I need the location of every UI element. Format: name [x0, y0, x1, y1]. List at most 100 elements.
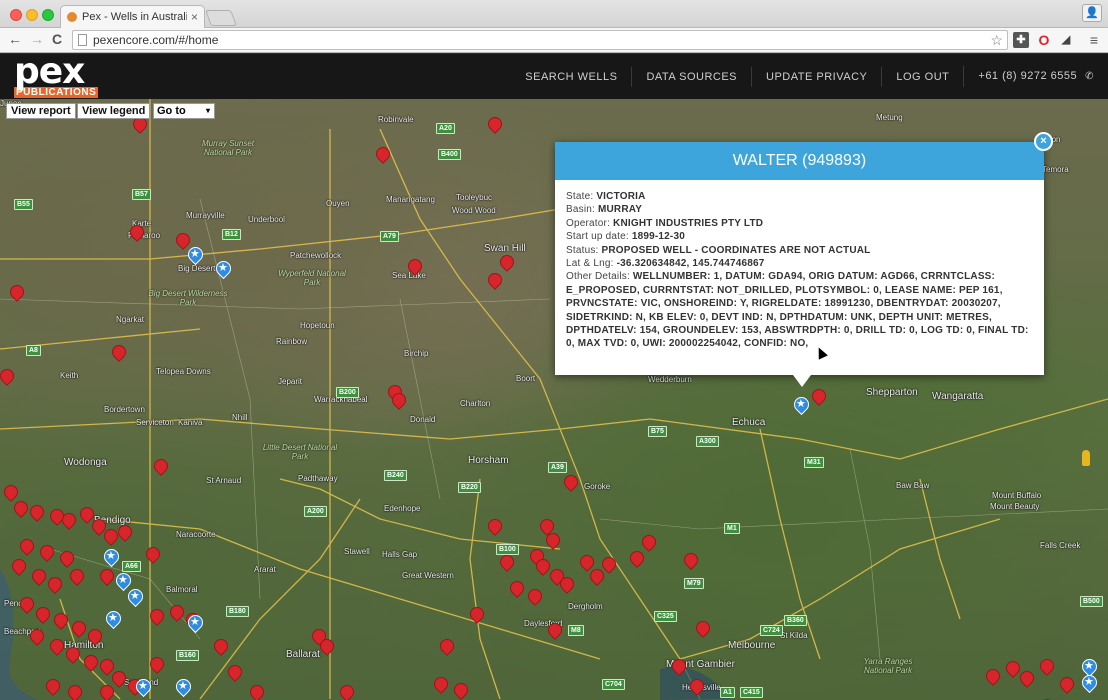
nav-log-out[interactable]: LOG OUT — [881, 66, 963, 87]
nav-phone[interactable]: +61 (8) 9272 6555 ✆ — [963, 66, 1108, 87]
well-marker-red[interactable] — [317, 636, 337, 659]
proposed-well-marker[interactable]: ★ — [1078, 671, 1101, 697]
proposed-well-marker[interactable]: ★ — [100, 545, 123, 571]
well-marker-red[interactable] — [7, 282, 27, 305]
well-marker-red[interactable] — [561, 472, 581, 495]
well-marker-red[interactable] — [693, 618, 713, 641]
well-marker-red[interactable] — [437, 636, 457, 659]
view-legend-button[interactable]: View legend — [77, 103, 151, 119]
well-marker-red[interactable] — [67, 566, 87, 589]
well-marker-red[interactable] — [485, 114, 505, 137]
well-marker-red[interactable] — [11, 498, 31, 521]
well-marker-red[interactable] — [167, 602, 187, 625]
well-marker-red[interactable] — [97, 682, 117, 700]
tab-close-icon[interactable]: × — [191, 10, 198, 24]
well-marker-red[interactable] — [81, 652, 101, 675]
cast-icon[interactable]: ◢ — [1058, 32, 1074, 48]
well-marker-red[interactable] — [57, 548, 77, 571]
well-marker-red[interactable] — [1003, 658, 1023, 681]
well-marker-red[interactable] — [1017, 668, 1037, 691]
well-marker-red[interactable] — [507, 578, 527, 601]
goto-dropdown[interactable]: Go to ▾ — [153, 103, 215, 119]
well-marker-red[interactable] — [337, 682, 357, 700]
maximize-window-button[interactable] — [42, 9, 54, 21]
well-marker-red[interactable] — [63, 644, 83, 667]
well-marker-red[interactable] — [97, 566, 117, 589]
well-marker-red[interactable] — [211, 636, 231, 659]
well-marker-red[interactable] — [599, 554, 619, 577]
well-marker-red[interactable] — [115, 522, 135, 545]
well-marker-red[interactable] — [687, 676, 707, 699]
well-marker-red[interactable] — [533, 556, 553, 579]
well-marker-red[interactable] — [1057, 674, 1077, 697]
view-report-button[interactable]: View report — [6, 103, 76, 119]
menu-icon[interactable]: ≡ — [1086, 32, 1102, 48]
address-bar[interactable]: pexencore.com/#/home ☆ — [72, 30, 1008, 50]
minimize-window-button[interactable] — [26, 9, 38, 21]
proposed-well-marker[interactable]: ★ — [790, 393, 813, 419]
well-marker-red[interactable] — [27, 626, 47, 649]
well-marker-red[interactable] — [59, 510, 79, 533]
well-marker-red[interactable] — [143, 544, 163, 567]
well-marker-red[interactable] — [405, 256, 425, 279]
well-marker-red[interactable] — [43, 676, 63, 699]
proposed-well-marker[interactable]: ★ — [172, 675, 195, 700]
well-marker-red[interactable] — [545, 620, 565, 643]
well-marker-red[interactable] — [109, 342, 129, 365]
pex-logo[interactable]: pex PUBLICATIONS — [14, 54, 99, 98]
well-marker-red[interactable] — [485, 270, 505, 293]
new-tab-button[interactable] — [205, 10, 237, 26]
well-marker-red[interactable] — [147, 654, 167, 677]
well-marker-red[interactable] — [51, 610, 71, 633]
opera-extension-icon[interactable]: O — [1036, 32, 1052, 48]
well-marker-red[interactable] — [497, 252, 517, 275]
well-marker-red[interactable] — [485, 516, 505, 539]
well-marker-red[interactable] — [65, 682, 85, 700]
well-marker-red[interactable] — [45, 574, 65, 597]
popup-close-button[interactable]: × — [1034, 132, 1053, 151]
forward-icon[interactable]: → — [28, 31, 46, 47]
well-marker-red[interactable] — [17, 536, 37, 559]
well-marker-red[interactable] — [151, 456, 171, 479]
well-marker-red[interactable] — [543, 530, 563, 553]
well-marker-red[interactable] — [33, 604, 53, 627]
bookmark-star-icon[interactable]: ☆ — [990, 31, 1003, 49]
close-window-button[interactable] — [10, 9, 22, 21]
street-view-pegman-icon[interactable] — [1082, 450, 1090, 466]
well-marker-red[interactable] — [47, 636, 67, 659]
well-marker-red[interactable] — [225, 662, 245, 685]
well-marker-red[interactable] — [37, 542, 57, 565]
well-marker-red[interactable] — [525, 586, 545, 609]
well-marker-red[interactable] — [639, 532, 659, 555]
proposed-well-marker[interactable]: ★ — [124, 585, 147, 611]
well-marker-red[interactable] — [147, 606, 167, 629]
well-marker-red[interactable] — [69, 618, 89, 641]
well-marker-red[interactable] — [101, 526, 121, 549]
well-marker-red[interactable] — [0, 366, 17, 389]
back-icon[interactable]: ← — [6, 31, 24, 47]
well-marker-red[interactable] — [431, 674, 451, 697]
nav-data-sources[interactable]: DATA SOURCES — [631, 66, 751, 87]
reload-icon[interactable]: C — [48, 31, 66, 47]
well-marker-red[interactable] — [247, 682, 267, 700]
well-marker-red[interactable] — [1037, 656, 1057, 679]
proposed-well-marker[interactable]: ★ — [184, 243, 207, 269]
browser-tab[interactable]: Pex - Wells in Australia and × — [60, 5, 205, 28]
profile-icon[interactable]: 👤 — [1082, 4, 1102, 22]
well-marker-red[interactable] — [29, 566, 49, 589]
proposed-well-marker[interactable]: ★ — [184, 611, 207, 637]
well-marker-red[interactable] — [373, 144, 393, 167]
well-marker-red[interactable] — [9, 556, 29, 579]
well-marker-red[interactable] — [467, 604, 487, 627]
proposed-well-marker[interactable]: ★ — [132, 675, 155, 700]
well-marker-red[interactable] — [389, 390, 409, 413]
well-marker-red[interactable] — [27, 502, 47, 525]
well-marker-red[interactable] — [85, 626, 105, 649]
nav-update-privacy[interactable]: UPDATE PRIVACY — [751, 66, 881, 87]
well-marker-red[interactable] — [983, 666, 1003, 689]
well-marker-red[interactable] — [109, 668, 129, 691]
proposed-well-marker[interactable]: ★ — [102, 607, 125, 633]
well-marker-red[interactable] — [497, 552, 517, 575]
well-marker-red[interactable] — [451, 680, 471, 700]
nav-search-wells[interactable]: SEARCH WELLS — [511, 67, 631, 87]
